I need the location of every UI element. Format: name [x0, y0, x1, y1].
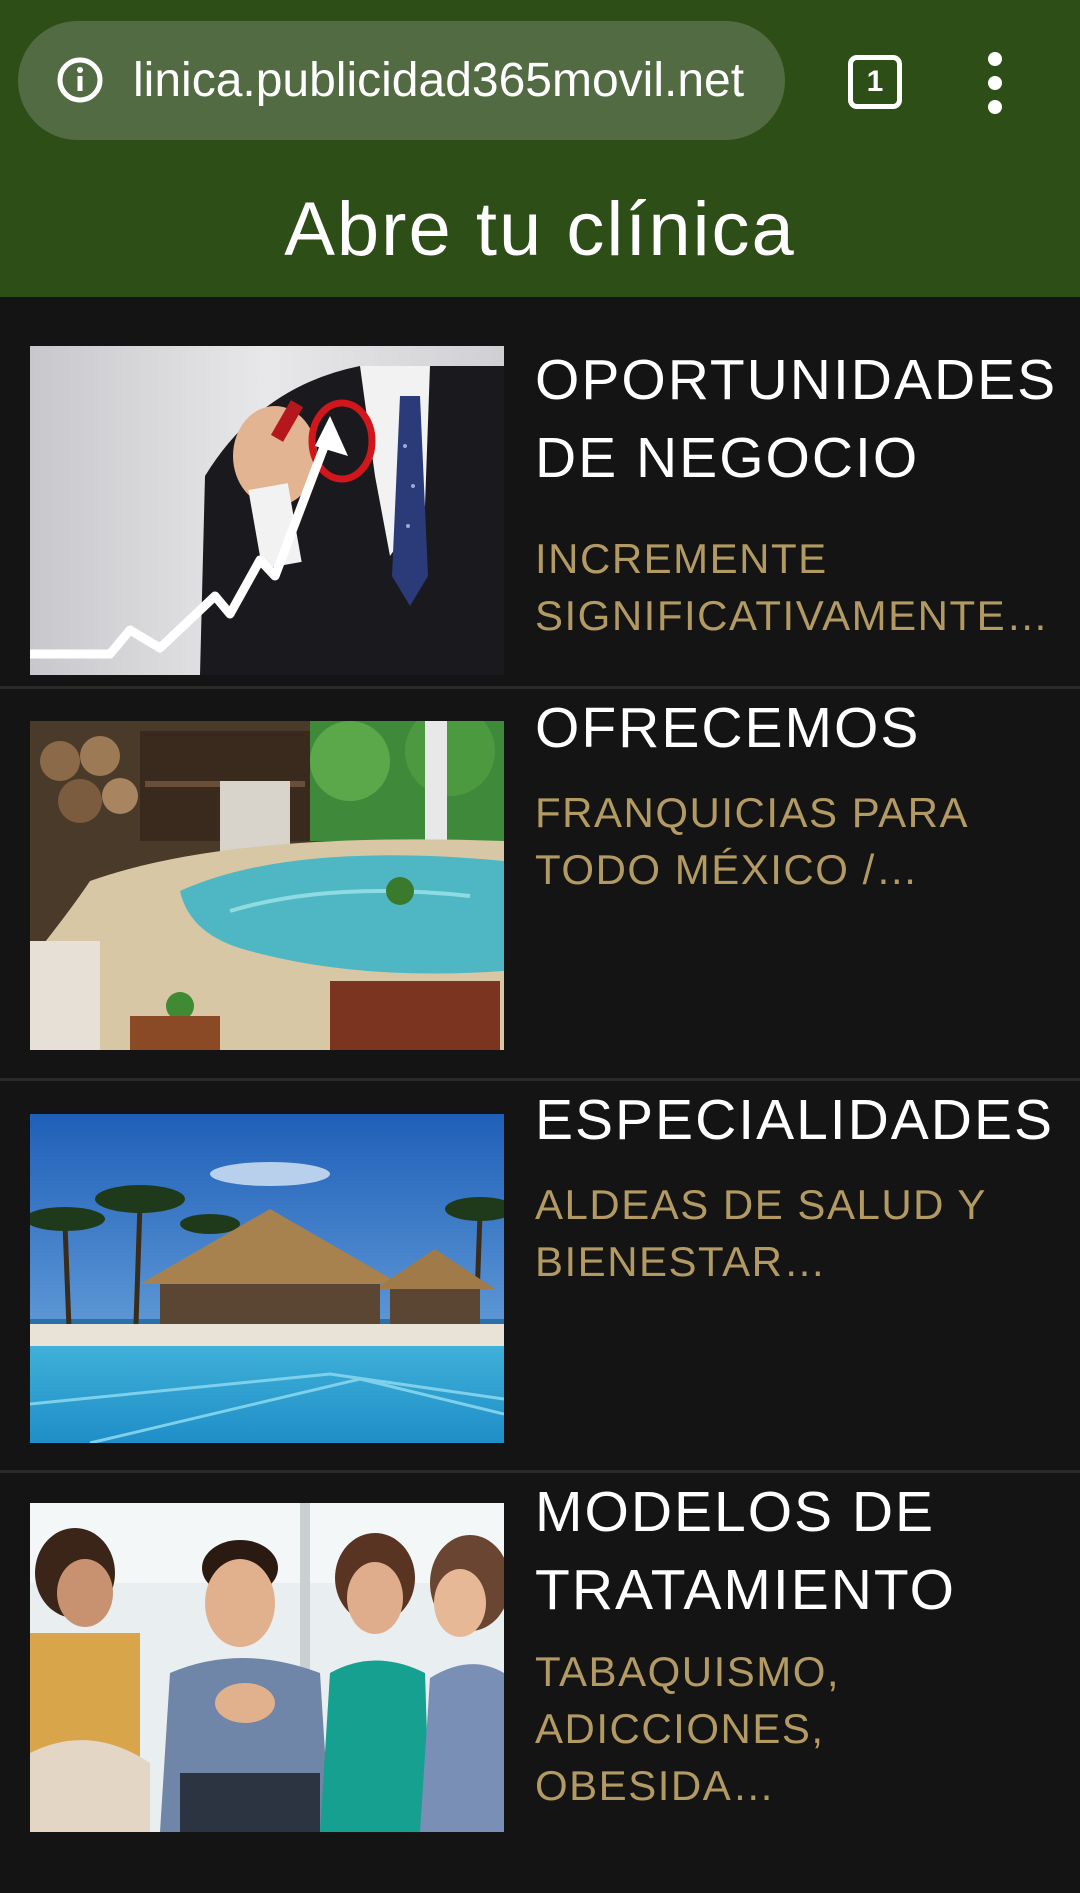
item-title: OFRECEMOS	[535, 696, 921, 760]
item-subtitle: FRANQUICIAS PARA TODO MÉXICO /…	[535, 789, 967, 893]
tab-switcher-button[interactable]: 1	[848, 55, 902, 109]
list-item-oportunidades[interactable]: OPORTUNIDADES DE NEGOCIO INCREMENTE SIGN…	[0, 297, 1080, 689]
list-item-modelos[interactable]: MODELOS DE TRATAMIENTO TABAQUISMO, ADICC…	[0, 1473, 1080, 1893]
info-icon[interactable]	[57, 57, 103, 103]
item-subtitle: INCREMENTE SIGNIFICATIVAMENTE…	[535, 535, 1050, 639]
beach-resort-pool-image[interactable]	[30, 1114, 504, 1443]
url-text[interactable]: linica.publicidad365movil.net	[133, 21, 744, 140]
item-title: OPORTUNIDADES DE NEGOCIO	[535, 348, 1058, 490]
item-subtitle: TABAQUISMO, ADICCIONES, OBESIDA…	[535, 1648, 841, 1809]
spa-pool-image[interactable]	[30, 721, 504, 1050]
item-title: MODELOS DE TRATAMIENTO	[535, 1480, 956, 1622]
more-vert-icon[interactable]	[975, 50, 1015, 116]
browser-header: linica.publicidad365movil.net 1 Abre tu …	[0, 0, 1080, 297]
list-item-especialidades[interactable]: ESPECIALIDADES ALDEAS DE SALUD Y BIENEST…	[0, 1081, 1080, 1473]
item-title: ESPECIALIDADES	[535, 1088, 1055, 1152]
url-bar[interactable]: linica.publicidad365movil.net	[18, 21, 785, 140]
list-item-ofrecemos[interactable]: OFRECEMOS FRANQUICIAS PARA TODO MÉXICO /…	[0, 689, 1080, 1081]
content-list: OPORTUNIDADES DE NEGOCIO INCREMENTE SIGN…	[0, 297, 1080, 1893]
page-title: Abre tu clínica	[284, 187, 796, 272]
item-subtitle: ALDEAS DE SALUD Y BIENESTAR…	[535, 1181, 987, 1285]
businessman-growth-chart-image[interactable]	[30, 346, 504, 675]
group-therapy-image[interactable]	[30, 1503, 504, 1832]
